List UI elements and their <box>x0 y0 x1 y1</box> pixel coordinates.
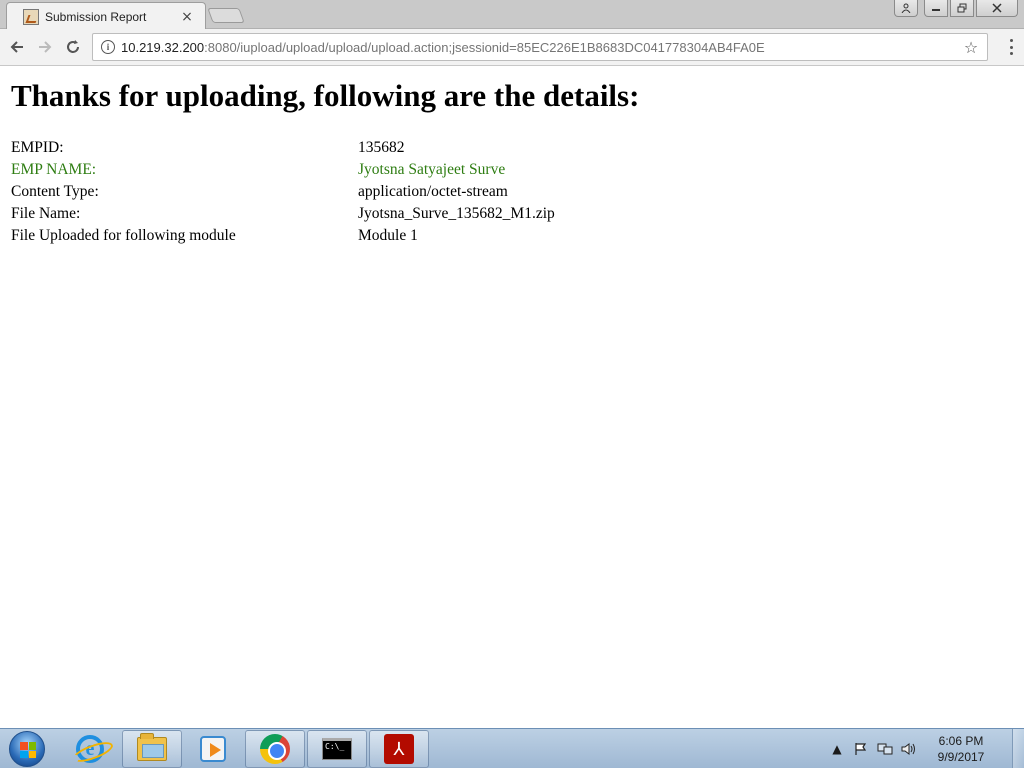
detail-label: File Uploaded for following module <box>11 227 236 244</box>
command-prompt-icon <box>322 738 352 760</box>
window-controls <box>894 0 1018 17</box>
detail-value: Module 1 <box>358 227 418 244</box>
taskbar-internet-explorer[interactable]: e <box>60 730 120 768</box>
info-icon[interactable]: i <box>101 40 115 54</box>
close-icon <box>992 3 1002 13</box>
url-path: :8080/iupload/upload/upload/upload.actio… <box>204 39 765 55</box>
new-tab-button[interactable] <box>207 8 245 23</box>
restore-button[interactable] <box>950 0 974 17</box>
media-player-icon <box>200 736 226 762</box>
browser-tab[interactable]: Submission Report × <box>6 2 206 30</box>
profile-button[interactable] <box>894 0 918 17</box>
detail-row-empid: EMPID: 135682 <box>11 139 555 161</box>
reload-icon <box>67 40 79 53</box>
network-icon[interactable] <box>876 740 894 758</box>
tab-close-icon[interactable]: × <box>179 9 195 25</box>
browser-toolbar: i 10.219.32.200:8080/iupload/upload/uplo… <box>0 29 1024 66</box>
page-content: Thanks for uploading, following are the … <box>0 66 1024 728</box>
detail-value: Jyotsna_Surve_135682_M1.zip <box>358 205 555 222</box>
show-desktop-button[interactable] <box>1012 729 1024 768</box>
tab-title: Submission Report <box>45 9 147 24</box>
volume-icon[interactable] <box>900 740 918 758</box>
detail-label: EMPID: <box>11 139 64 156</box>
system-clock[interactable]: 6:06 PM 9/9/2017 <box>924 733 998 765</box>
file-explorer-icon <box>137 733 167 761</box>
taskbar: e ▲ 6:06 PM 9/9/2017 <box>0 728 1024 768</box>
acrobat-icon <box>384 734 414 764</box>
detail-value: application/octet-stream <box>358 183 508 200</box>
user-icon <box>901 3 911 13</box>
show-hidden-icons-icon[interactable]: ▲ <box>828 740 846 758</box>
action-center-flag-icon[interactable] <box>852 740 870 758</box>
detail-row-emp-name: EMP NAME: Jyotsna Satyajeet Surve <box>11 161 555 183</box>
internet-explorer-icon: e <box>76 735 104 763</box>
minimize-button[interactable] <box>924 0 948 17</box>
url-host: 10.219.32.200 <box>121 39 205 55</box>
back-button[interactable] <box>7 37 27 57</box>
detail-row-file-name: File Name: Jyotsna_Surve_135682_M1.zip <box>11 205 555 227</box>
system-tray: ▲ 6:06 PM 9/9/2017 <box>828 729 1012 768</box>
clock-date: 9/9/2017 <box>937 750 985 764</box>
detail-row-content-type: Content Type: application/octet-stream <box>11 183 555 205</box>
detail-row-module: File Uploaded for following module Modul… <box>11 227 555 249</box>
chrome-icon <box>260 734 290 764</box>
taskbar-media-player[interactable] <box>183 730 243 768</box>
bookmark-star-icon[interactable]: ☆ <box>959 38 983 57</box>
taskbar-file-explorer[interactable] <box>122 730 182 768</box>
reload-button[interactable] <box>63 37 83 57</box>
clock-time: 6:06 PM <box>938 734 984 748</box>
restore-icon <box>957 3 967 13</box>
details-list: EMPID: 135682 EMP NAME: Jyotsna Satyajee… <box>11 139 555 249</box>
browser-menu-icon[interactable] <box>1008 39 1014 55</box>
browser-titlebar: Submission Report × <box>0 0 1024 30</box>
arrow-right-icon <box>39 41 52 53</box>
page-heading: Thanks for uploading, following are the … <box>11 78 640 113</box>
address-bar[interactable]: i 10.219.32.200:8080/iupload/upload/uplo… <box>92 33 988 61</box>
start-button[interactable] <box>4 730 50 768</box>
windows-orb-icon <box>9 731 45 767</box>
detail-value: 135682 <box>358 139 405 156</box>
taskbar-chrome[interactable] <box>245 730 305 768</box>
taskbar-command-prompt[interactable] <box>307 730 367 768</box>
detail-label: EMP NAME: <box>11 161 97 178</box>
detail-value: Jyotsna Satyajeet Surve <box>358 161 506 178</box>
detail-label: Content Type: <box>11 183 99 200</box>
arrow-left-icon <box>10 41 23 53</box>
page-favicon-icon <box>23 8 39 25</box>
url-text[interactable]: 10.219.32.200:8080/iupload/upload/upload… <box>121 40 959 55</box>
minimize-icon <box>932 9 940 11</box>
forward-button[interactable] <box>35 37 55 57</box>
taskbar-acrobat[interactable] <box>369 730 429 768</box>
close-window-button[interactable] <box>976 0 1018 17</box>
detail-label: File Name: <box>11 205 81 222</box>
